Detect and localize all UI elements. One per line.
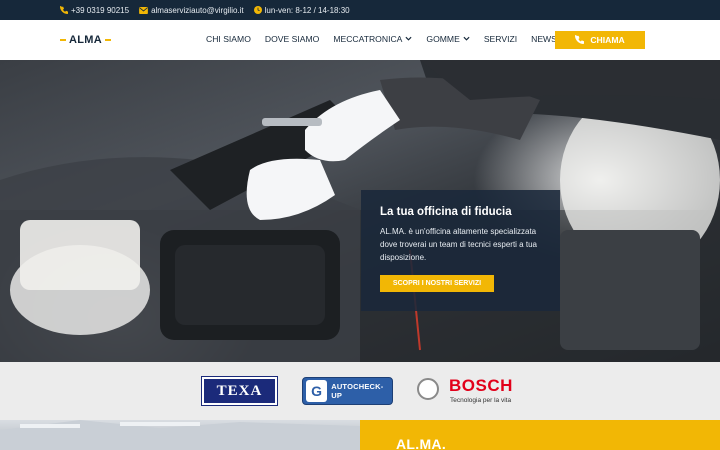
bosch-logo[interactable]: BOSCH Tecnologia per la vita [417, 376, 521, 408]
nav-label: DOVE SIAMO [264, 34, 320, 44]
nav-label: GOMME [426, 34, 460, 44]
phone-icon [575, 34, 585, 46]
topbar-phone[interactable]: +39 0319 90215 [60, 6, 129, 15]
call-button-label: CHIAMA [590, 35, 625, 45]
topbar-hours: lun-ven: 8-12 / 14-18:30 [253, 5, 350, 15]
hero-banner: La tua officina di fiducia AL.MA. è un'o… [0, 60, 720, 362]
bosch-logo-text: BOSCH [449, 376, 513, 395]
topbar-hours-text: lun-ven: 8-12 / 14-18:30 [264, 5, 350, 15]
clock-icon [253, 6, 262, 14]
garage-ceiling-image [0, 420, 360, 450]
texa-logo[interactable]: TEXA [201, 376, 278, 406]
envelope-icon [139, 6, 148, 14]
call-button[interactable]: CHIAMA [555, 31, 645, 49]
nav-item-servizi[interactable]: SERVIZI [484, 34, 517, 44]
autocheck-logo-text: AUTOCHECK-UP [331, 382, 384, 400]
nav-label: NEWS [531, 34, 557, 44]
site-logo[interactable]: ALMA [60, 34, 111, 46]
autocheck-g-icon: G [306, 380, 328, 402]
texa-logo-text: TEXA [216, 382, 263, 399]
logo-text: ALMA [69, 34, 102, 46]
topbar-phone-text: +39 0319 90215 [71, 5, 130, 15]
hero-engine-image [0, 60, 720, 362]
hero-info-card: La tua officina di fiducia AL.MA. è un'o… [361, 190, 560, 311]
nav-item-gomme[interactable]: GOMME [426, 34, 470, 44]
about-title: AL.MA. [396, 436, 447, 450]
workshop-image [0, 420, 360, 450]
logo-dash-right [104, 39, 111, 41]
partner-brands: TEXA G AUTOCHECK-UP BOSCH Tecnologia per… [0, 362, 720, 420]
top-info-bar: +39 0319 90215 almaserviziauto@virgilio.… [0, 0, 720, 20]
chevron-down-icon [463, 36, 470, 43]
services-button[interactable]: SCOPRI I NOSTRI SERVIZI [380, 275, 494, 292]
nav-item-dove-siamo[interactable]: DOVE SIAMO [265, 34, 319, 44]
nav-label: CHI SIAMO [206, 34, 251, 44]
chevron-down-icon [405, 36, 412, 43]
bosch-armature-icon [417, 378, 439, 400]
topbar-email[interactable]: almaserviziauto@virgilio.it [139, 6, 244, 15]
about-section: AL.MA. [360, 420, 720, 450]
hero-description: AL.MA. è un'officina altamente specializ… [380, 227, 537, 262]
nav-label: SERVIZI [483, 34, 518, 44]
bosch-tagline: Tecnologia per la vita [450, 397, 512, 404]
autocheck-logo[interactable]: G AUTOCHECK-UP [302, 377, 393, 405]
nav-item-meccatronica[interactable]: MECCATRONICA [333, 34, 412, 44]
topbar-email-text: almaserviziauto@virgilio.it [151, 5, 244, 15]
nav-label: MECCATRONICA [333, 34, 403, 44]
main-nav: CHI SIAMO DOVE SIAMO MECCATRONICA GOMME … [206, 34, 557, 44]
nav-item-chi-siamo[interactable]: CHI SIAMO [206, 34, 251, 44]
phone-icon [60, 6, 68, 14]
logo-dash-left [60, 39, 66, 41]
nav-item-news[interactable]: NEWS [531, 34, 557, 44]
hero-title: La tua officina di fiducia [380, 206, 512, 218]
